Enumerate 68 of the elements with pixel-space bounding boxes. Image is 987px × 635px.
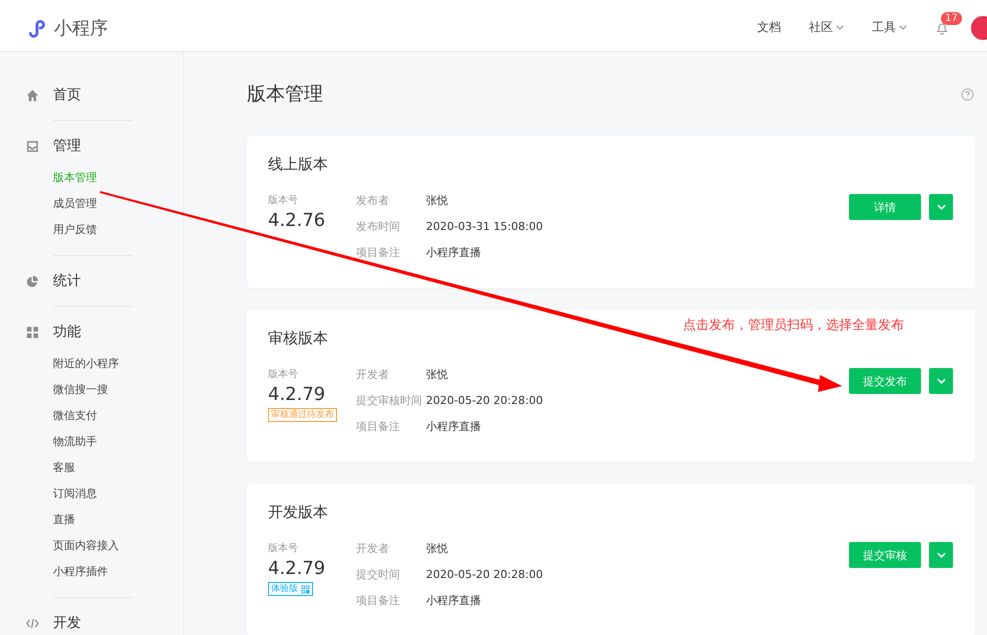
version-number: 4.2.79 (268, 557, 326, 581)
field-label: 开发者 (356, 542, 390, 557)
dropdown-button[interactable] (929, 194, 953, 220)
status-tag: 审核通过待发布 (268, 408, 337, 422)
inbox-icon (26, 140, 39, 152)
version-label: 版本号 (268, 542, 298, 556)
status-tag: 体验版 (268, 582, 313, 596)
dropdown-button[interactable] (929, 542, 953, 568)
field-label: 提交时间 (356, 568, 401, 583)
pie-chart-icon (26, 274, 39, 288)
sidebar-section-title[interactable]: 统计 (53, 272, 81, 290)
sidebar-item[interactable]: 直播 (12, 507, 183, 533)
card-title: 线上版本 (268, 154, 328, 174)
sidebar-item[interactable]: 订阅消息 (12, 481, 183, 507)
field-label: 开发者 (356, 368, 390, 383)
version-label: 版本号 (268, 194, 298, 208)
field-label: 项目备注 (356, 246, 401, 261)
sidebar-section-title[interactable]: 首页 (53, 86, 81, 104)
sidebar-item[interactable]: 微信支付 (12, 403, 183, 429)
notification-badge: 17 (941, 12, 962, 24)
card-title: 开发版本 (268, 502, 328, 522)
sidebar-item[interactable]: 附近的小程序 (12, 351, 183, 377)
version-number: 4.2.76 (268, 209, 326, 233)
version-label: 版本号 (268, 368, 298, 382)
version-number: 4.2.79 (268, 383, 326, 407)
annotation-text: 点击发布，管理员扫码，选择全量发布 (683, 317, 904, 334)
sidebar-section-title[interactable]: 开发 (53, 614, 81, 632)
bell-icon[interactable] (935, 20, 949, 34)
page-title: 版本管理 (247, 82, 323, 107)
card-title: 审核版本 (268, 328, 328, 348)
sidebar-item[interactable]: 页面内容接入 (12, 533, 183, 559)
field-value: 小程序直播 (426, 420, 481, 435)
chevron-down-icon (899, 25, 907, 30)
code-icon (26, 616, 39, 630)
sidebar-item[interactable]: 用户反馈 (12, 217, 183, 243)
field-value: 张悦 (426, 194, 448, 209)
sidebar-section-title[interactable]: 管理 (53, 137, 81, 155)
sidebar-item[interactable]: 客服 (12, 455, 183, 481)
field-value: 小程序直播 (426, 246, 481, 261)
field-label: 提交审核时间 (356, 394, 423, 409)
help-icon[interactable] (961, 88, 974, 100)
field-label: 项目备注 (356, 594, 401, 609)
field-value: 2020-03-31 15:08:00 (426, 220, 543, 235)
field-value: 小程序直播 (426, 594, 481, 609)
field-value: 2020-05-20 20:28:00 (426, 394, 543, 409)
grid-icon (26, 326, 39, 338)
field-value: 张悦 (426, 542, 448, 557)
sidebar-item[interactable]: 成员管理 (12, 191, 183, 217)
chevron-down-icon (836, 25, 844, 30)
field-value: 张悦 (426, 368, 448, 383)
sidebar-section-title[interactable]: 功能 (53, 323, 81, 341)
field-label: 发布者 (356, 194, 390, 209)
chevron-down-icon (936, 204, 946, 210)
logo-text: 小程序 (54, 16, 108, 40)
chevron-down-icon (936, 378, 946, 384)
nav-link[interactable]: 社区 (809, 19, 844, 36)
sidebar-item[interactable]: 小程序插件 (12, 559, 183, 585)
dropdown-button[interactable] (929, 368, 953, 394)
sidebar-item[interactable]: 物流助手 (12, 429, 183, 455)
sidebar-item[interactable]: 微信搜一搜 (12, 377, 183, 403)
field-value: 2020-05-20 20:28:00 (426, 568, 543, 583)
chevron-down-icon (936, 552, 946, 558)
home-icon (26, 88, 39, 102)
field-label: 发布时间 (356, 220, 401, 235)
nav-link[interactable]: 文档 (757, 19, 781, 36)
field-label: 项目备注 (356, 420, 401, 435)
nav-link[interactable]: 工具 (872, 19, 907, 36)
qr-code-icon[interactable] (301, 584, 310, 594)
